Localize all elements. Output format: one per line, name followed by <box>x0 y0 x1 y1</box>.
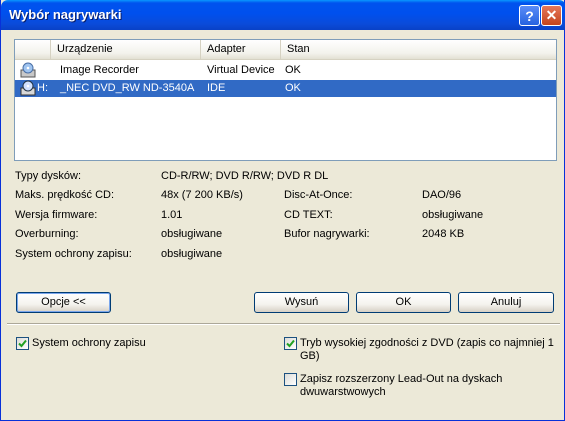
cancel-button[interactable]: Anuluj <box>458 292 554 313</box>
window-title: Wybór nagrywarki <box>9 7 122 22</box>
recorder-selection-dialog: Wybór nagrywarki ? ✕ Urządzenie Adapter … <box>0 0 565 421</box>
cd-text-label: CD TEXT: <box>284 209 333 221</box>
firmware-value: 1.01 <box>161 209 183 221</box>
checkmark-icon <box>286 339 295 348</box>
buffer-label: Bufor nagrywarki: <box>284 228 370 240</box>
checkmark-icon <box>18 339 27 348</box>
disc-types-label: Typy dysków: <box>15 170 82 182</box>
device-status: OK <box>285 64 301 76</box>
eject-button[interactable]: Wysuń <box>254 292 349 313</box>
close-button[interactable]: ✕ <box>541 5 562 26</box>
dvd-compat-checkbox-label-line2[interactable]: GB) <box>300 349 320 363</box>
device-adapter: IDE <box>207 82 226 94</box>
drive-letter: H: <box>37 82 48 94</box>
overburning-label: Overburning: <box>15 228 79 240</box>
extended-leadout-checkbox-label-line1[interactable]: Zapisz rozszerzony Lead-Out na dyskach <box>300 372 502 386</box>
dvd-compat-checkbox[interactable] <box>284 337 297 350</box>
ok-button[interactable]: OK <box>356 292 451 313</box>
max-speed-label: Maks. prędkość CD: <box>15 189 115 201</box>
dao-label: Disc-At-Once: <box>284 189 353 201</box>
dvd-drive-icon <box>20 80 36 96</box>
dialog-content: Urządzenie Adapter Stan Image Recorder V… <box>1 30 565 421</box>
disc-types-value: CD-R/RW; DVD R/RW; DVD R DL <box>161 170 329 182</box>
write-protection-value: obsługiwane <box>161 248 223 260</box>
extended-leadout-checkbox-label-line2[interactable]: dwuwarstwowych <box>300 385 386 399</box>
dao-value: DAO/96 <box>422 189 462 201</box>
column-header-device[interactable]: Urządzenie <box>51 40 201 59</box>
buffer-value: 2048 KB <box>422 228 465 240</box>
separator <box>7 323 560 325</box>
write-protection-checkbox-label[interactable]: System ochrony zapisu <box>32 336 146 350</box>
disc-recorder-icon <box>20 62 36 78</box>
overburning-value: obsługiwane <box>161 228 223 240</box>
write-protection-checkbox[interactable] <box>16 337 29 350</box>
max-speed-value: 48x (7 200 KB/s) <box>161 189 243 201</box>
write-protection-label: System ochrony zapisu: <box>15 248 132 260</box>
extended-leadout-checkbox[interactable] <box>284 373 297 386</box>
device-name: _NEC DVD_RW ND-3540A <box>60 82 195 94</box>
device-status: OK <box>285 82 301 94</box>
recorder-list[interactable]: Urządzenie Adapter Stan Image Recorder V… <box>14 39 557 161</box>
list-item[interactable]: H: _NEC DVD_RW ND-3540A IDE OK <box>15 80 556 97</box>
column-header-adapter[interactable]: Adapter <box>201 40 281 59</box>
column-header-blank[interactable] <box>15 40 51 59</box>
column-header-status[interactable]: Stan <box>281 40 556 59</box>
close-icon: ✕ <box>545 7 558 23</box>
cd-text-value: obsługiwane <box>422 209 484 221</box>
device-adapter: Virtual Device <box>207 64 275 76</box>
list-header: Urządzenie Adapter Stan <box>15 40 556 60</box>
options-button[interactable]: Opcje << <box>16 292 111 313</box>
list-item[interactable]: Image Recorder Virtual Device OK <box>15 62 556 79</box>
firmware-label: Wersja firmware: <box>15 209 98 221</box>
dvd-compat-checkbox-label-line1[interactable]: Tryb wysokiej zgodności z DVD (zapis co … <box>300 336 554 350</box>
title-bar[interactable]: Wybór nagrywarki ? ✕ <box>1 0 565 30</box>
device-name: Image Recorder <box>60 64 139 76</box>
help-icon: ? <box>525 7 534 24</box>
help-button[interactable]: ? <box>519 5 540 26</box>
